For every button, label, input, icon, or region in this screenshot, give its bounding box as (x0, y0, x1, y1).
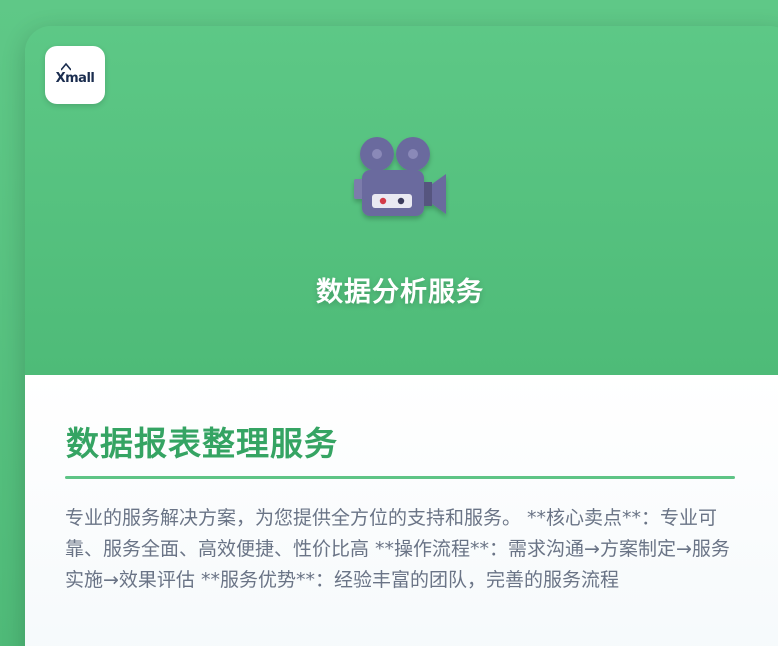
brand-logo[interactable]: Xmall (45, 46, 105, 104)
title-divider (65, 476, 735, 479)
service-card[interactable]: Xmall 数据分析服务 数据报表整理服务 专业的服务解决方案，为您提供全方位的… (25, 26, 778, 646)
hero-title: 数据分析服务 (316, 277, 484, 308)
logo-text: Xmall (55, 70, 95, 86)
service-title: 数据报表整理服务 (66, 424, 338, 463)
service-description: 专业的服务解决方案，为您提供全方位的支持和服务。 **核心卖点**：专业可靠、服… (65, 507, 730, 591)
content-section: 数据报表整理服务 专业的服务解决方案，为您提供全方位的支持和服务。 **核心卖点… (25, 375, 778, 646)
hero-banner: Xmall 数据分析服务 (25, 26, 778, 375)
video-camera-icon (354, 137, 446, 216)
